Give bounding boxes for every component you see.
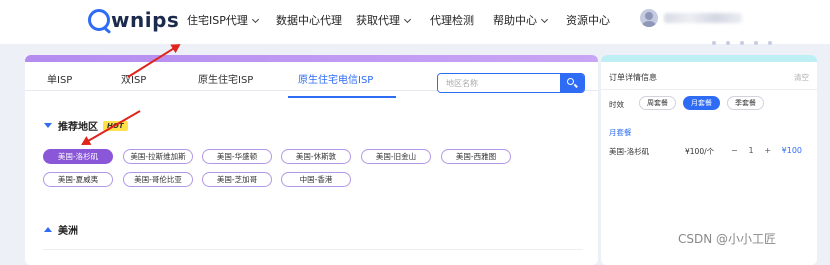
nav-item-label: 住宅ISP代理	[187, 14, 248, 27]
nav-item-proxy-check[interactable]: 代理检测	[430, 12, 474, 28]
nav-item-label: 代理检测	[430, 14, 474, 27]
logo-mark-icon	[88, 9, 110, 31]
main-panel: 单ISP 双ISP 原生住宅ISP 原生住宅电信ISP 推荐地区 HOT 美国-…	[25, 55, 598, 265]
nav-item-residential-isp[interactable]: 住宅ISP代理	[187, 12, 259, 28]
search-icon	[567, 78, 574, 85]
tab-native-telecom-isp[interactable]: 原生住宅电信ISP	[298, 71, 373, 86]
order-item-region: 美国-洛杉矶	[609, 147, 650, 156]
region-chip[interactable]: 美国-拉斯维加斯	[123, 149, 193, 164]
region-chip[interactable]: 美国-休斯敦	[281, 149, 351, 164]
chevron-down-icon	[403, 15, 412, 24]
isp-tabs: 单ISP 双ISP 原生住宅ISP 原生住宅电信ISP	[25, 62, 598, 98]
decrement-button[interactable]: −	[726, 146, 743, 155]
region-chip[interactable]: 美国-哥伦比亚	[123, 172, 193, 187]
region-chip[interactable]: 美国-旧金山	[361, 149, 431, 164]
top-nav: wnips 住宅ISP代理 数据中心代理 获取代理 代理检测 帮助中心 资源中心	[0, 0, 830, 44]
americas-title: 美洲	[58, 226, 78, 237]
watermark: CSDN @小小工匠	[678, 232, 777, 246]
order-title: 订单详情信息	[609, 73, 657, 82]
americas-section-header[interactable]: 美洲	[44, 222, 78, 237]
order-divider	[601, 89, 817, 90]
panel-accent-bar	[601, 55, 817, 62]
section-divider	[43, 249, 583, 250]
chevron-down-icon	[540, 15, 549, 24]
nav-item-label: 获取代理	[356, 14, 400, 27]
quantity-value[interactable]: 1	[743, 146, 760, 155]
period-quarter-button[interactable]: 季套餐	[727, 96, 764, 110]
nav-item-label: 帮助中心	[493, 14, 537, 27]
logo-text: wnips	[111, 8, 180, 32]
nav-item-help[interactable]: 帮助中心	[493, 12, 549, 28]
order-item-price: ¥100/个	[685, 147, 715, 156]
region-chip[interactable]: 美国-华盛顿	[202, 149, 272, 164]
avatar[interactable]	[640, 9, 658, 27]
caret-up-icon	[44, 227, 52, 232]
region-chip[interactable]: 美国-夏威夷	[43, 172, 113, 187]
increment-button[interactable]: +	[759, 146, 776, 155]
recommended-title: 推荐地区	[58, 122, 98, 133]
tab-single-isp[interactable]: 单ISP	[47, 71, 72, 86]
region-chip[interactable]: 美国-芝加哥	[202, 172, 272, 187]
logo[interactable]: wnips	[88, 8, 179, 32]
region-chip[interactable]: 美国-洛杉矶	[43, 149, 113, 164]
nav-item-label: 资源中心	[566, 14, 610, 27]
period-month-button[interactable]: 月套餐	[683, 96, 720, 110]
nav-item-datacenter[interactable]: 数据中心代理	[276, 12, 342, 28]
nav-item-resources[interactable]: 资源中心	[566, 12, 610, 28]
plan-label: 月套餐	[609, 128, 632, 137]
username-redacted	[664, 13, 742, 23]
period-week-button[interactable]: 周套餐	[639, 96, 676, 110]
search-button[interactable]	[560, 74, 584, 92]
nav-item-label: 数据中心代理	[276, 14, 342, 27]
active-tab-indicator	[288, 96, 396, 98]
tab-native-residential-isp[interactable]: 原生住宅ISP	[198, 71, 253, 86]
decorative-dots	[712, 41, 772, 45]
order-item-total: ¥100	[781, 146, 802, 155]
region-chip[interactable]: 中国-香港	[281, 172, 351, 187]
search-input[interactable]	[438, 74, 578, 92]
nav-item-get-proxy[interactable]: 获取代理	[356, 12, 412, 28]
region-search	[437, 73, 585, 93]
period-label: 时效	[609, 100, 624, 109]
panel-accent-bar	[25, 55, 598, 62]
chevron-down-icon	[251, 15, 259, 24]
region-chip[interactable]: 美国-西雅图	[441, 149, 511, 164]
quantity-stepper: − 1 +	[726, 143, 776, 157]
clear-button[interactable]: 清空	[794, 72, 809, 83]
caret-down-icon	[44, 123, 52, 128]
